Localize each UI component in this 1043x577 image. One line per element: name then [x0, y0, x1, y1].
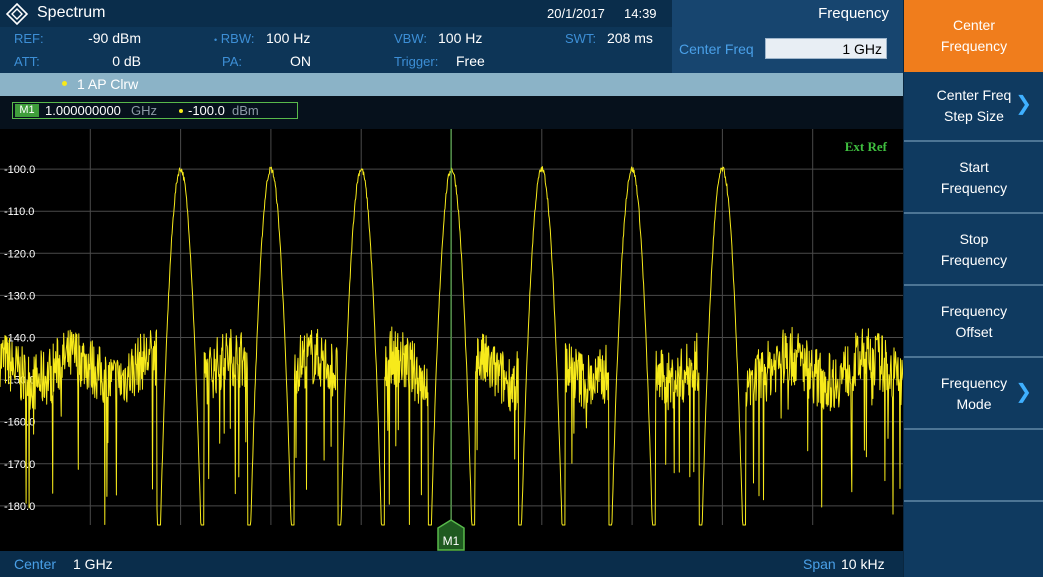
marker-bar: M1 1.000000000 GHz -100.0 dBm — [0, 96, 903, 129]
softkey-label: Start Frequency — [940, 159, 1008, 196]
att-label: ATT: — [14, 54, 40, 69]
marker-flag[interactable]: M1 — [437, 519, 465, 551]
trace-color-dot — [62, 81, 67, 86]
marker-frequency: 1.000000000 — [45, 103, 121, 118]
title-bar: Spectrum 20/1/2017 14:39 — [0, 0, 672, 27]
y-tick-label: -100.0 — [4, 164, 35, 176]
softkey-blank-1 — [904, 432, 1043, 502]
footer-bar: Center 1 GHz Span 10 kHz — [0, 551, 903, 577]
softkey-label: Center Frequency — [940, 17, 1008, 54]
frequency-panel: Frequency Center Freq — [672, 0, 903, 73]
softkey-blank-2 — [904, 504, 1043, 574]
softkey-frequency-mode[interactable]: Frequency Mode ❯ — [904, 360, 1043, 430]
marker-frequency-unit: GHz — [131, 103, 157, 118]
date-display: 20/1/2017 — [547, 6, 605, 21]
softkey-center-freq-step-size[interactable]: Center Freq Step Size ❯ — [904, 72, 1043, 142]
marker-badge: M1 — [15, 104, 39, 117]
y-tick-label: -140.0 — [4, 333, 35, 345]
vbw-label: VBW: — [394, 31, 427, 46]
measurement-parameters: REF: -90 dBm ATT: 0 dB • RBW: 100 Hz PA:… — [0, 27, 672, 73]
softkey-start-frequency[interactable]: Start Frequency — [904, 144, 1043, 214]
center-freq-label: Center Freq — [679, 41, 754, 57]
app-title: Spectrum — [37, 4, 106, 21]
swt-label: SWT: — [565, 31, 597, 46]
marker-flag-label: M1 — [443, 534, 460, 548]
softkey-label: Frequency Offset — [940, 303, 1008, 340]
y-tick-label: -170.0 — [4, 459, 35, 471]
rs-diamond-icon — [6, 3, 28, 25]
ref-label: REF: — [14, 31, 44, 46]
pa-label: PA: — [222, 54, 242, 69]
ref-value[interactable]: -90 dBm — [60, 30, 141, 46]
spectrum-plot-svg[interactable]: -100.0-110.0-120.0-130.0-140.0-150.0-160… — [0, 129, 903, 551]
y-tick-label: -120.0 — [4, 248, 35, 260]
softkey-panel: Center Frequency Center Freq Step Size ❯ … — [903, 0, 1043, 577]
pa-value[interactable]: ON — [290, 53, 311, 69]
marker-level: -100.0 — [188, 103, 225, 118]
trace-bar: 1 AP Clrw — [0, 73, 903, 96]
ext-ref-indicator: Ext Ref — [845, 139, 888, 154]
y-tick-label: -180.0 — [4, 501, 35, 513]
spectrum-plot[interactable]: -100.0 -110.0 -120.0 -130.0 -140.0 -150.0 -160… — [0, 129, 903, 551]
marker-readout[interactable]: M1 1.000000000 GHz -100.0 dBm — [12, 102, 298, 119]
softkey-center-frequency[interactable]: Center Frequency — [904, 0, 1043, 72]
rbw-label: • RBW: — [214, 31, 255, 46]
center-label: Center — [14, 556, 57, 572]
softkey-stop-frequency[interactable]: Stop Frequency — [904, 216, 1043, 286]
chevron-right-icon: ❯ — [1015, 381, 1032, 403]
marker-trace-dot — [179, 109, 183, 113]
y-tick-labels: -100.0-110.0-120.0-130.0-140.0-150.0-160… — [4, 164, 35, 513]
marker-level-unit: dBm — [232, 103, 259, 118]
time-display: 14:39 — [624, 6, 657, 21]
rbw-value[interactable]: 100 Hz — [266, 30, 310, 46]
y-tick-label: -110.0 — [4, 206, 34, 218]
y-tick-label: -160.0 — [4, 417, 35, 429]
softkey-label: Stop Frequency — [940, 231, 1008, 268]
span-value[interactable]: 10 kHz — [841, 556, 885, 572]
frequency-panel-title: Frequency — [818, 5, 889, 22]
trace-label[interactable]: 1 AP Clrw — [77, 76, 138, 92]
att-value[interactable]: 0 dB — [60, 53, 141, 69]
swt-value[interactable]: 208 ms — [607, 30, 653, 46]
chevron-right-icon: ❯ — [1015, 93, 1032, 115]
center-value[interactable]: 1 GHz — [73, 556, 113, 572]
trigger-value[interactable]: Free — [456, 53, 485, 69]
softkey-label: Frequency Mode — [940, 375, 1008, 412]
softkey-frequency-offset[interactable]: Frequency Offset — [904, 288, 1043, 358]
center-freq-input[interactable] — [765, 38, 887, 59]
trigger-label: Trigger: — [394, 54, 439, 69]
y-tick-label: -130.0 — [4, 290, 35, 302]
vbw-value[interactable]: 100 Hz — [438, 30, 482, 46]
span-label: Span — [803, 556, 836, 572]
